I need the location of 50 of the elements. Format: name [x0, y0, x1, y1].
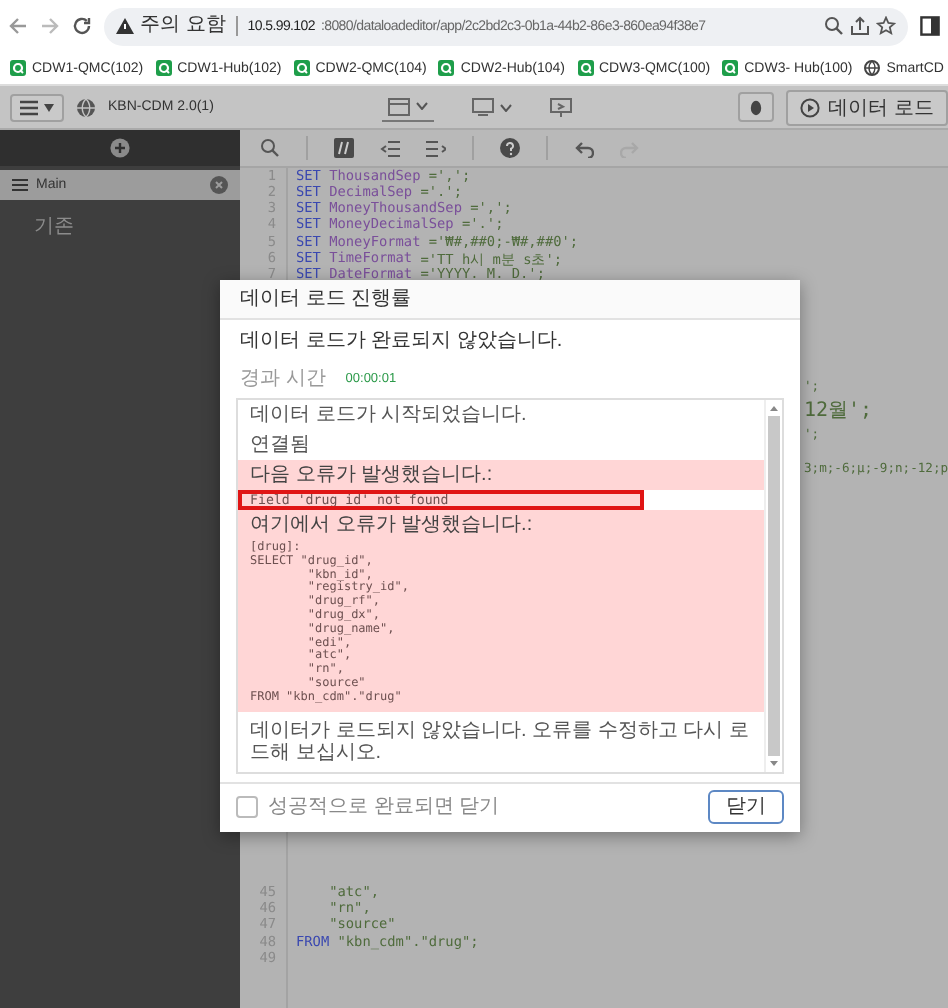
load-data-button[interactable]: 데이터 로드: [786, 89, 948, 125]
add-icon[interactable]: [110, 138, 130, 158]
zoom-icon[interactable]: [824, 16, 844, 36]
comment-icon[interactable]: [334, 138, 354, 158]
play-circle-icon: [800, 97, 821, 117]
dialog-title: 데이터 로드 진행률: [220, 280, 800, 320]
warning-icon: [116, 18, 134, 34]
app-logo-icon: [722, 60, 739, 76]
star-icon[interactable]: [876, 16, 896, 36]
debug-button[interactable]: [738, 92, 775, 122]
close-button[interactable]: 닫기: [708, 789, 784, 824]
checkbox-label: 성공적으로 완료되면 닫기: [268, 795, 502, 818]
log-message: 데이터 로드가 시작되었습니다.: [248, 402, 529, 430]
elapsed-label: 경과 시간: [240, 368, 326, 390]
monitor-icon: [471, 98, 494, 116]
search-icon[interactable]: [260, 138, 280, 158]
app-logo-icon: [10, 60, 26, 76]
table-icon: [387, 97, 410, 115]
bug-icon: [750, 98, 763, 116]
back-arrow-icon[interactable]: [8, 16, 28, 36]
help-icon[interactable]: [500, 138, 520, 158]
app-logo-icon: [577, 60, 593, 76]
caret-icon: [499, 103, 512, 111]
log-message: 연결됨: [248, 432, 312, 460]
close-icon[interactable]: [210, 176, 228, 194]
error-message: 다음 오류가 발생했습니다.:: [238, 460, 764, 490]
table-view-dropdown[interactable]: [381, 93, 434, 121]
caret-icon: [415, 102, 428, 110]
menu-button[interactable]: [10, 93, 64, 121]
app-logo-icon: [438, 60, 455, 76]
menu-icon: [12, 178, 28, 192]
log-message: 데이터가 로드되지 않았습니다. 오류를 수정하고 다시 로드해 보십시오.: [248, 717, 751, 768]
indent-icon[interactable]: [426, 139, 446, 157]
app-logo-icon: [155, 60, 172, 76]
menu-icon: [20, 99, 38, 115]
error-message: 여기에서 오류가 발생했습니다.:: [238, 510, 764, 540]
globe-icon: [864, 60, 881, 76]
share-icon[interactable]: [850, 16, 870, 36]
undo-icon[interactable]: [574, 139, 594, 157]
side-panel-icon[interactable]: [920, 16, 940, 36]
presentation-icon[interactable]: [549, 97, 572, 117]
caret-icon: [44, 103, 54, 111]
checkbox[interactable]: [236, 795, 258, 818]
reload-icon[interactable]: [72, 16, 92, 36]
globe-icon: [76, 97, 96, 117]
security-warning: 주의 요함: [140, 16, 238, 36]
status-message: 데이터 로드가 완료되지 않았습니다.: [238, 328, 565, 352]
outdent-icon[interactable]: [380, 139, 400, 157]
scroll-up-icon[interactable]: [768, 404, 780, 412]
app-logo-icon: [293, 60, 310, 76]
